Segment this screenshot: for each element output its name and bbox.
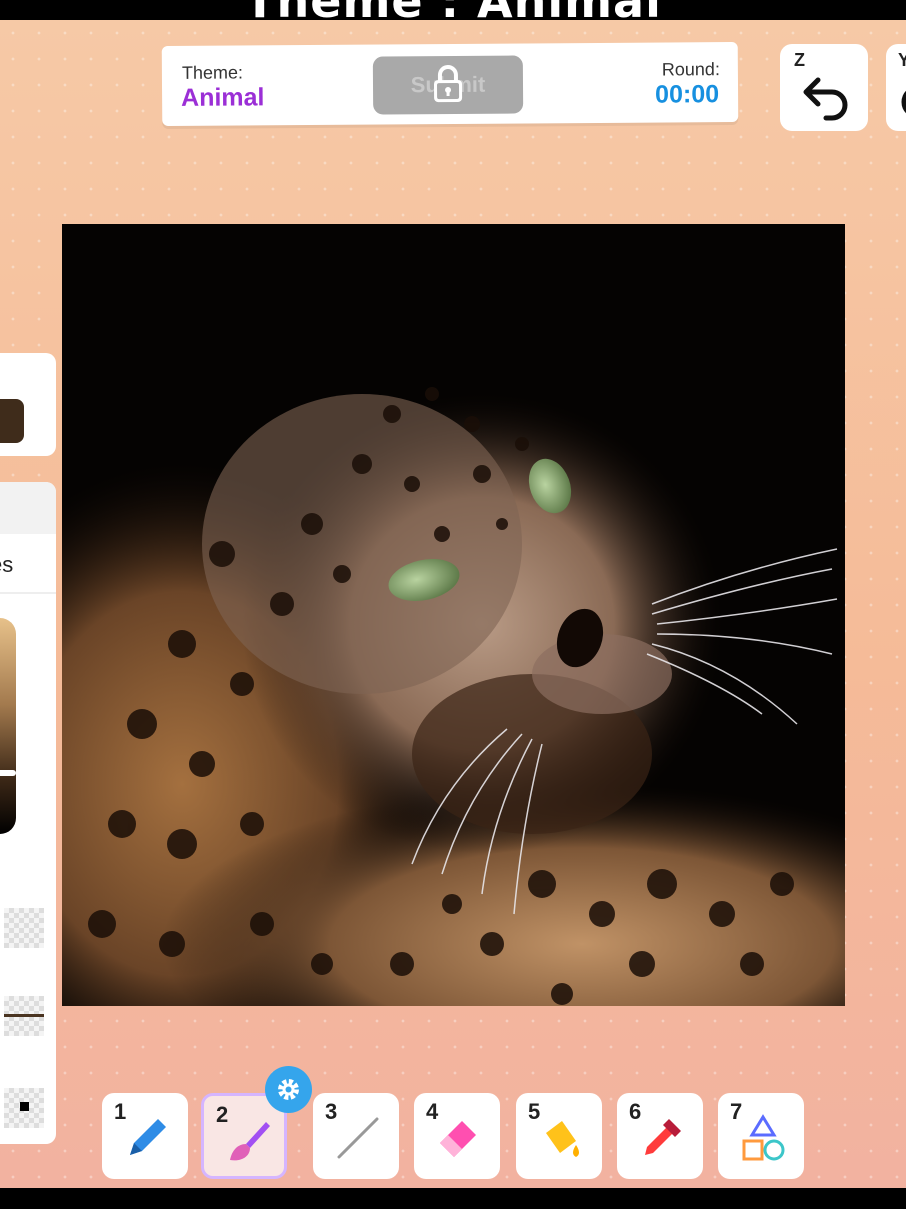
panel-divider: [0, 592, 56, 594]
options-tab-top[interactable]: [0, 482, 56, 534]
undo-button[interactable]: Z: [780, 44, 868, 131]
theme-value: Animal: [180, 83, 265, 112]
redo-button[interactable]: Y: [886, 44, 906, 131]
brightness-slider[interactable]: [0, 618, 16, 834]
theme-label: Theme:: [181, 62, 244, 83]
tool-fill[interactable]: 5: [516, 1093, 602, 1179]
undo-shortcut-key: Z: [794, 50, 805, 70]
submit-button[interactable]: Submit: [372, 55, 524, 115]
gear-icon: [278, 1079, 299, 1100]
round-label: Round:: [661, 59, 720, 80]
opacity-option[interactable]: [4, 908, 44, 948]
brush-size-indicator: [4, 1014, 44, 1017]
drawing-toolbar: 1 2 3 4 5 6 7: [0, 1093, 906, 1183]
fill-bucket-icon: [546, 1121, 579, 1157]
lock-icon: [434, 65, 463, 103]
tool-shapes[interactable]: 7: [718, 1093, 804, 1179]
pencil-icon: [130, 1119, 166, 1155]
leopard-painting: [62, 224, 845, 1006]
brush-icon: [230, 1122, 270, 1161]
tool-options-panel: es: [0, 482, 56, 1144]
eyedropper-icon: [645, 1119, 681, 1155]
tool-eraser[interactable]: 4: [414, 1093, 500, 1179]
tool-line[interactable]: 3: [313, 1093, 399, 1179]
bottom-bar: [0, 1188, 906, 1209]
drawing-canvas[interactable]: [62, 224, 845, 1006]
eraser-icon: [440, 1121, 476, 1157]
round-header: Theme: Animal Submit Round: 00:00: [161, 41, 739, 127]
options-tab-label[interactable]: es: [0, 552, 13, 578]
tool-pencil[interactable]: 1: [102, 1093, 188, 1179]
tool-eyedropper[interactable]: 6: [617, 1093, 703, 1179]
brush-settings-button[interactable]: [265, 1066, 312, 1113]
current-color-swatch[interactable]: [0, 399, 24, 443]
line-icon: [337, 1117, 379, 1159]
theme-banner-title: Theme : Animal: [0, 0, 906, 20]
top-bar: Theme : Animal: [0, 0, 906, 20]
undo-icon: [803, 77, 848, 121]
redo-shortcut-key: Y: [898, 50, 906, 70]
color-panel: [0, 353, 56, 456]
redo-icon: [901, 90, 906, 114]
brightness-slider-handle[interactable]: [0, 770, 16, 776]
round-timer: 00:00: [655, 80, 720, 109]
shapes-icon: [742, 1114, 785, 1161]
